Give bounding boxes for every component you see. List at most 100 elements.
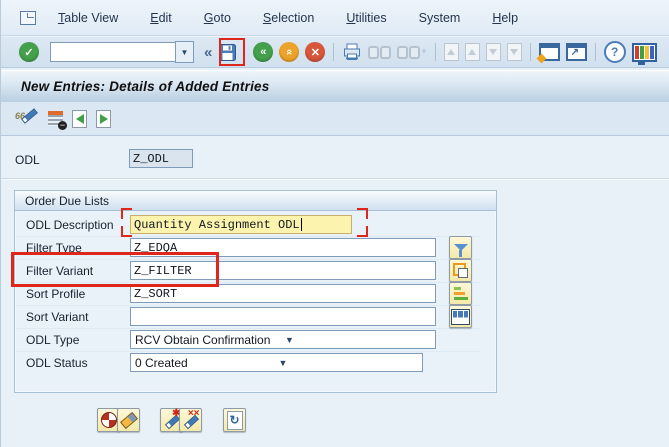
display-change-icon: 66 bbox=[15, 110, 39, 128]
magic-wand-clear-button[interactable]: ×× bbox=[179, 408, 202, 432]
odl-status-label: ODL Status bbox=[26, 356, 130, 370]
display-change-button[interactable]: 66 bbox=[15, 110, 39, 128]
collapse-chevron-icon[interactable]: « bbox=[204, 44, 212, 61]
help-button[interactable]: ? bbox=[604, 41, 626, 63]
row-sort-variant: Sort Variant bbox=[16, 305, 480, 329]
window-menu-icon[interactable] bbox=[20, 11, 36, 25]
customize-layout-button[interactable] bbox=[632, 43, 657, 62]
magic-wand-icon: ✱ bbox=[163, 411, 181, 429]
delete-entry-icon bbox=[48, 111, 63, 126]
print-icon bbox=[342, 43, 362, 61]
sort-variant-field[interactable] bbox=[130, 307, 436, 326]
eraser-button[interactable] bbox=[117, 408, 140, 432]
filter-type-label: Filter Type bbox=[26, 241, 130, 255]
row-filter-variant: Filter Variant bbox=[16, 259, 480, 283]
quartered-circle-icon bbox=[101, 412, 117, 428]
sort-variant-label: Sort Variant bbox=[26, 310, 130, 324]
last-page-icon bbox=[510, 49, 518, 55]
find-next-icon bbox=[397, 46, 408, 59]
new-session-button[interactable] bbox=[539, 43, 560, 61]
odl-description-field[interactable]: Quantity Assignment ODL bbox=[130, 215, 352, 234]
back-button[interactable]: « bbox=[252, 41, 274, 63]
filter-icon bbox=[454, 244, 468, 251]
sort-profile-label: Sort Profile bbox=[26, 287, 130, 301]
sort-button[interactable] bbox=[449, 282, 472, 305]
page-title: New Entries: Details of Added Entries bbox=[21, 79, 269, 94]
odl-label: ODL bbox=[15, 153, 40, 167]
odl-type-dropdown[interactable]: RCV Obtain Confirmation ▼ bbox=[130, 330, 436, 349]
sort-profile-field[interactable] bbox=[130, 284, 436, 303]
row-odl-type: ODL Type RCV Obtain Confirmation ▼ bbox=[16, 328, 480, 352]
find-next-button[interactable]: + bbox=[397, 46, 426, 59]
application-toolbar: 66 bbox=[1, 102, 669, 136]
menu-utilities[interactable]: Utilities bbox=[336, 8, 396, 28]
menu-table-view[interactable]: Table View bbox=[48, 8, 128, 28]
page-up-button[interactable] bbox=[465, 43, 480, 61]
standard-toolbar: ✓ ▼ « « « ✕ bbox=[1, 36, 669, 68]
shortcut-arrow-icon: ↗ bbox=[571, 48, 579, 58]
print-button[interactable] bbox=[341, 42, 363, 62]
page-up-icon bbox=[468, 49, 476, 55]
find-icon bbox=[368, 46, 379, 59]
previous-entry-button[interactable] bbox=[72, 110, 87, 128]
refresh-icon: ↻ bbox=[227, 411, 243, 430]
groupbox-title: Order Due Lists bbox=[25, 194, 109, 208]
next-entry-button[interactable] bbox=[96, 110, 111, 128]
menu-help[interactable]: Help bbox=[482, 8, 528, 28]
create-shortcut-button[interactable]: ↗ bbox=[566, 43, 587, 61]
save-button[interactable] bbox=[218, 43, 237, 62]
sort-icon bbox=[454, 287, 468, 300]
separator bbox=[1, 178, 669, 180]
cancel-icon: ✕ bbox=[305, 42, 325, 62]
first-page-icon bbox=[447, 49, 455, 55]
copy-button[interactable] bbox=[449, 259, 472, 282]
odl-description-label: ODL Description bbox=[26, 218, 130, 232]
copy-icon bbox=[453, 263, 468, 278]
last-page-button[interactable] bbox=[507, 43, 522, 61]
menu-selection[interactable]: Selection bbox=[253, 8, 324, 28]
save-floppy-icon bbox=[219, 44, 236, 61]
filter-variant-label: Filter Variant bbox=[26, 264, 130, 278]
main-content: ODL Order Due Lists ODL Description Quan… bbox=[1, 136, 669, 447]
menu-goto[interactable]: Goto bbox=[194, 8, 241, 28]
page-down-icon bbox=[489, 49, 497, 55]
odl-status-dropdown[interactable]: 0 Created ▼ bbox=[130, 353, 423, 372]
previous-entry-icon bbox=[72, 110, 87, 128]
filter-type-field[interactable] bbox=[130, 238, 436, 257]
command-dropdown-button[interactable]: ▼ bbox=[175, 41, 194, 63]
exit-icon: « bbox=[279, 42, 299, 62]
menu-system[interactable]: System bbox=[409, 8, 471, 28]
find-button[interactable] bbox=[368, 46, 391, 59]
next-entry-icon bbox=[96, 110, 111, 128]
refresh-button[interactable]: ↻ bbox=[223, 408, 246, 432]
enter-button[interactable]: ✓ bbox=[18, 41, 40, 63]
back-icon: « bbox=[253, 42, 273, 62]
chevron-down-icon: ▼ bbox=[279, 358, 419, 368]
menu-edit[interactable]: Edit bbox=[140, 8, 182, 28]
page-down-button[interactable] bbox=[486, 43, 501, 61]
odl-field[interactable] bbox=[129, 149, 193, 168]
command-input[interactable] bbox=[50, 42, 175, 62]
eraser-icon bbox=[119, 411, 137, 428]
row-filter-type: Filter Type bbox=[16, 236, 480, 260]
delete-entry-button[interactable] bbox=[48, 111, 63, 126]
row-odl-status: ODL Status 0 Created ▼ bbox=[16, 351, 480, 374]
order-due-lists-groupbox: Order Due Lists ODL Description Quantity… bbox=[14, 190, 497, 393]
magic-wand-clear-icon: ×× bbox=[182, 411, 200, 429]
chevron-down-icon: ▼ bbox=[285, 335, 431, 345]
groupbox-header: Order Due Lists bbox=[15, 191, 496, 211]
filter-variant-field[interactable] bbox=[130, 261, 436, 280]
cancel-button[interactable]: ✕ bbox=[304, 41, 326, 63]
row-sort-profile: Sort Profile bbox=[16, 282, 480, 306]
first-page-button[interactable] bbox=[444, 43, 459, 61]
table-view-button[interactable] bbox=[449, 305, 472, 328]
row-odl-description: ODL Description Quantity Assignment ODL bbox=[16, 213, 480, 237]
enter-check-icon: ✓ bbox=[19, 42, 39, 62]
sap-gui-window: Table View Edit Goto Selection Utilities… bbox=[0, 0, 669, 447]
filter-button[interactable] bbox=[449, 236, 472, 259]
odl-type-label: ODL Type bbox=[26, 333, 130, 347]
menu-bar: Table View Edit Goto Selection Utilities… bbox=[1, 0, 669, 36]
title-bar: New Entries: Details of Added Entries bbox=[1, 70, 669, 103]
exit-button[interactable]: « bbox=[278, 41, 300, 63]
new-session-icon bbox=[536, 54, 546, 64]
